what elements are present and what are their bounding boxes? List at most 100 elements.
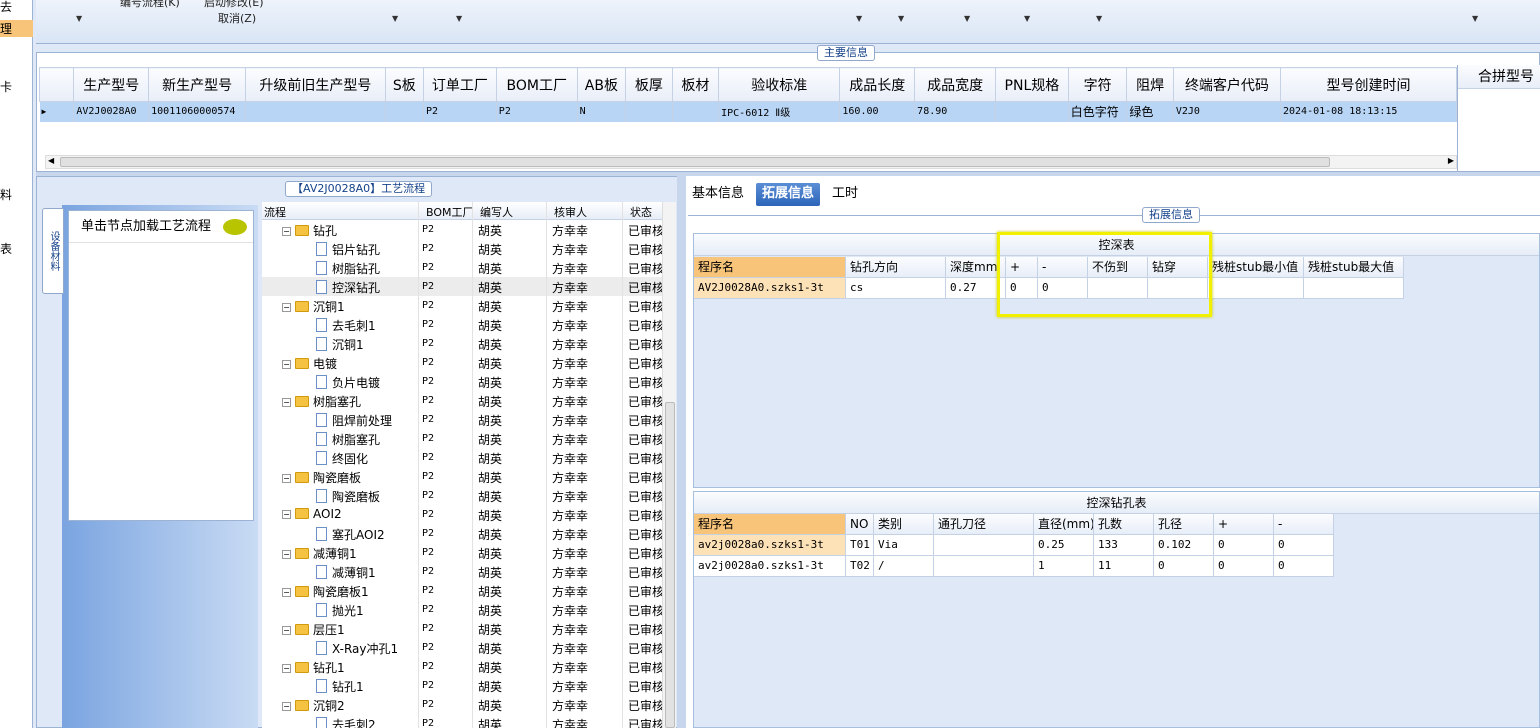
tree-node[interactable]: 抛光1: [316, 602, 364, 619]
column-header[interactable]: 成品长度: [839, 67, 916, 102]
table-cell[interactable]: [245, 101, 386, 122]
tree-row[interactable]: 去毛刺2 P2 胡英 方幸幸 已审核: [262, 714, 664, 728]
table-cell[interactable]: 白色字符: [1068, 101, 1128, 122]
drill-table-header[interactable]: 孔数: [1094, 514, 1154, 535]
tree-row[interactable]: 树脂钻孔 P2 胡英 方幸幸 已审核: [262, 258, 664, 277]
horizontal-scrollbar[interactable]: ◀ ▶: [45, 155, 1457, 169]
table-cell[interactable]: IPC-6012 Ⅱ级: [718, 101, 841, 122]
tree-row[interactable]: − 沉铜1 P2 胡英 方幸幸 已审核: [262, 296, 664, 315]
scroll-left-icon[interactable]: ◀: [48, 156, 54, 165]
tree-node[interactable]: − 沉铜2: [282, 697, 345, 714]
tree-node[interactable]: 树脂钻孔: [316, 260, 380, 277]
drill-table-cell[interactable]: 0: [1214, 535, 1274, 556]
tree-row[interactable]: 抛光1 P2 胡英 方幸幸 已审核: [262, 600, 664, 619]
collapse-icon[interactable]: −: [282, 702, 291, 711]
depth-table-cell[interactable]: AV2J0028A0.szks1-3t: [694, 278, 846, 299]
tree-row[interactable]: − 沉铜2 P2 胡英 方幸幸 已审核: [262, 695, 664, 714]
dropdown-arrow-icon[interactable]: ▼: [1024, 14, 1030, 23]
depth-table-header[interactable]: 残桩stub最小值: [1208, 257, 1304, 278]
toolbar-cancel[interactable]: 取消(Z): [218, 10, 256, 26]
collapse-icon[interactable]: −: [282, 510, 291, 519]
tree-node[interactable]: X-Ray冲孔1: [316, 640, 398, 657]
column-header[interactable]: BOM工厂: [426, 204, 474, 220]
tree-row[interactable]: 阻焊前处理 P2 胡英 方幸幸 已审核: [262, 410, 664, 429]
collapse-icon[interactable]: −: [282, 398, 291, 407]
left-nav-item[interactable]: 去: [0, 0, 33, 15]
table-cell[interactable]: 78.90: [914, 101, 997, 122]
column-header[interactable]: 终端客户代码: [1172, 67, 1282, 102]
left-nav-item[interactable]: 卡: [0, 78, 33, 95]
drill-table-cell[interactable]: 0.102: [1154, 535, 1214, 556]
dropdown-arrow-icon[interactable]: ▼: [76, 14, 82, 23]
collapse-icon[interactable]: −: [282, 227, 291, 236]
column-header[interactable]: 编写人: [480, 204, 513, 220]
tree-node[interactable]: − 陶瓷磨板1: [282, 583, 369, 600]
drill-table-header[interactable]: 直径(mm): [1034, 514, 1094, 535]
dropdown-arrow-icon[interactable]: ▼: [1472, 14, 1478, 23]
depth-table-cell[interactable]: [1208, 278, 1304, 299]
drill-table-cell[interactable]: 133: [1094, 535, 1154, 556]
column-header[interactable]: 流程: [264, 204, 286, 220]
toolbar-start-modify[interactable]: 启动修改(E): [204, 0, 264, 10]
column-header[interactable]: AB板: [576, 67, 627, 102]
tree-row[interactable]: 负片电镀 P2 胡英 方幸幸 已审核: [262, 372, 664, 391]
collapse-icon[interactable]: −: [282, 303, 291, 312]
column-header[interactable]: 订单工厂: [423, 67, 497, 102]
table-cell[interactable]: 2024-01-08 18:13:15: [1280, 101, 1457, 122]
column-header[interactable]: 新生产型号: [148, 67, 247, 102]
table-cell[interactable]: V2J0: [1173, 101, 1282, 122]
column-header[interactable]: S板: [384, 67, 425, 102]
table-cell[interactable]: 10011060000574: [148, 101, 247, 122]
tree-row[interactable]: 去毛刺1 P2 胡英 方幸幸 已审核: [262, 315, 664, 334]
column-header[interactable]: 板材: [671, 67, 720, 102]
table-cell[interactable]: P2: [423, 101, 497, 122]
tree-row[interactable]: − 树脂塞孔 P2 胡英 方幸幸 已审核: [262, 391, 664, 410]
dropdown-arrow-icon[interactable]: ▼: [392, 14, 398, 23]
table-row[interactable]: ▶ AV2J0028A0 10011060000574 P2 P2 N IPC-…: [39, 101, 1457, 122]
vertical-scrollbar[interactable]: [662, 202, 676, 728]
tree-node[interactable]: − 钻孔1: [282, 659, 345, 676]
tree-node[interactable]: 铝片钻孔: [316, 241, 380, 258]
tree-node[interactable]: 去毛刺2: [316, 716, 376, 728]
tree-row[interactable]: 减薄铜1 P2 胡英 方幸幸 已审核: [262, 562, 664, 581]
column-header[interactable]: 验收标准: [718, 67, 841, 102]
drill-table-header[interactable]: NO: [846, 514, 874, 535]
tree-node[interactable]: 塞孔AOI2: [316, 526, 385, 543]
column-header[interactable]: 阻焊: [1126, 67, 1174, 102]
collapse-icon[interactable]: −: [282, 588, 291, 597]
tree-node[interactable]: 去毛刺1: [316, 317, 376, 334]
vertical-splitter[interactable]: [677, 176, 686, 728]
table-cell[interactable]: [995, 101, 1069, 122]
drill-table-cell[interactable]: 0: [1274, 535, 1334, 556]
drill-table-cell[interactable]: Via: [874, 535, 934, 556]
tree-row[interactable]: 终固化 P2 胡英 方幸幸 已审核: [262, 448, 664, 467]
tree-node[interactable]: − 沉铜1: [282, 298, 345, 315]
collapse-icon[interactable]: −: [282, 474, 291, 483]
drill-table-cell[interactable]: [934, 556, 1034, 577]
tab-extended-info[interactable]: 拓展信息: [756, 183, 821, 206]
scroll-right-icon[interactable]: ▶: [1448, 156, 1454, 165]
tree-row[interactable]: 树脂塞孔 P2 胡英 方幸幸 已审核: [262, 429, 664, 448]
collapse-icon[interactable]: −: [282, 664, 291, 673]
depth-table-header[interactable]: 钻孔方向: [846, 257, 946, 278]
drill-table-header[interactable]: 孔径: [1154, 514, 1214, 535]
dropdown-arrow-icon[interactable]: ▼: [964, 14, 970, 23]
drill-table-cell[interactable]: 0: [1274, 556, 1334, 577]
table-cell[interactable]: 160.00: [839, 101, 916, 122]
tree-row[interactable]: 铝片钻孔 P2 胡英 方幸幸 已审核: [262, 239, 664, 258]
tree-node[interactable]: 钻孔1: [316, 678, 364, 695]
toolbar-number-flow[interactable]: 编号流程(K): [120, 0, 180, 10]
scrollbar-thumb[interactable]: [665, 402, 675, 728]
column-header[interactable]: BOM工厂: [495, 67, 578, 102]
depth-table-header[interactable]: 程序名: [694, 257, 846, 278]
drill-table-header[interactable]: 通孔刀径: [934, 514, 1034, 535]
dropdown-arrow-icon[interactable]: ▼: [856, 14, 862, 23]
collapse-icon[interactable]: −: [282, 626, 291, 635]
drill-table-cell[interactable]: av2j0028a0.szks1-3t: [694, 535, 846, 556]
tree-node[interactable]: − 减薄铜1: [282, 545, 357, 562]
tree-node[interactable]: − 层压1: [282, 621, 345, 638]
tree-node[interactable]: 陶瓷磨板: [316, 488, 380, 505]
drill-table-cell[interactable]: /: [874, 556, 934, 577]
column-header[interactable]: PNL规格: [995, 67, 1069, 102]
tree-row[interactable]: − 层压1 P2 胡英 方幸幸 已审核: [262, 619, 664, 638]
